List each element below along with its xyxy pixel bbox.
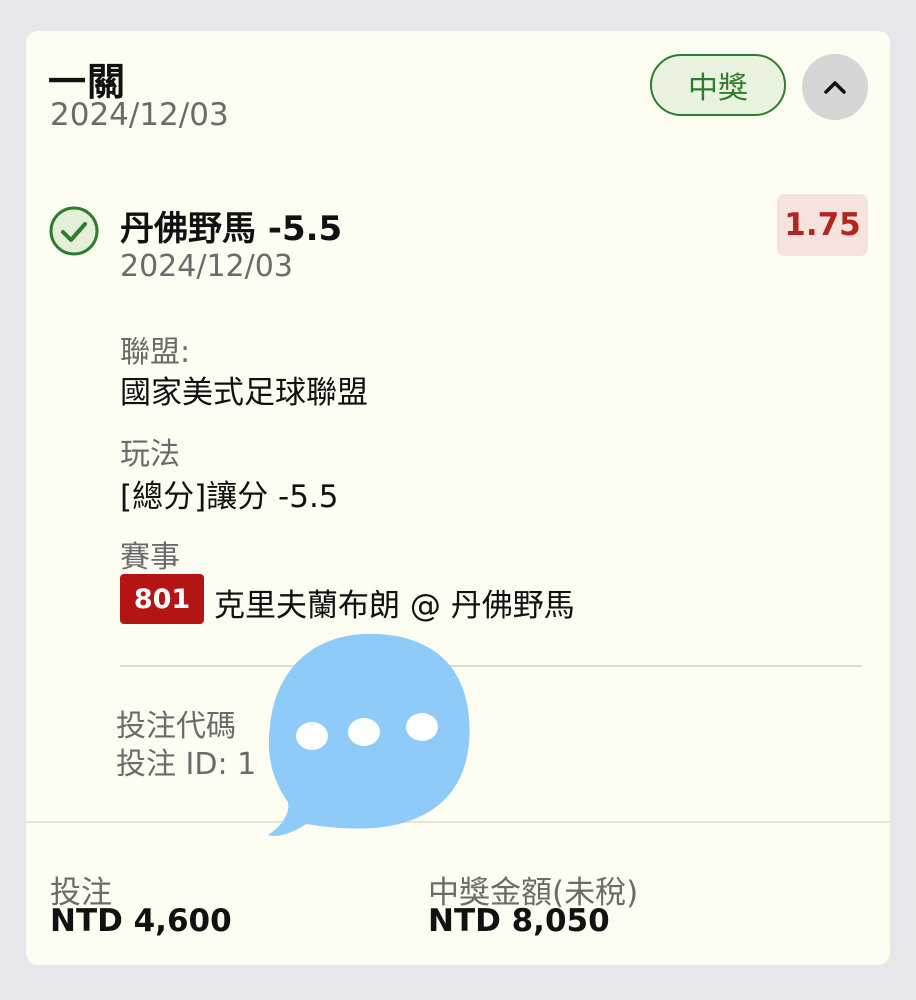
payout-value: NTD 8,050 xyxy=(428,903,610,939)
league-label: 聯盟: xyxy=(120,335,191,370)
market-label: 玩法 xyxy=(120,437,180,472)
selection-name: 丹佛野馬 -5.5 xyxy=(120,209,343,249)
chevron-up-icon xyxy=(824,81,846,94)
event-label: 賽事 xyxy=(120,540,180,575)
market-value: [總分]讓分 -5.5 xyxy=(120,479,339,515)
event-name: 克里夫蘭布朗 @ 丹佛野馬 xyxy=(214,588,575,624)
bet-date: 2024/12/03 xyxy=(50,97,229,133)
check-circle-icon xyxy=(48,205,100,261)
status-badge: 中獎 xyxy=(650,54,786,116)
stake-value: NTD 4,600 xyxy=(50,903,232,939)
collapse-button[interactable] xyxy=(802,54,868,120)
selection-date: 2024/12/03 xyxy=(120,249,293,284)
divider xyxy=(120,665,862,667)
chat-bubble-icon[interactable] xyxy=(264,630,474,846)
bet-id-label: 投注 ID: 1 xyxy=(116,747,257,782)
league-value: 國家美式足球聯盟 xyxy=(120,375,368,411)
odds-badge: 1.75 xyxy=(777,194,868,256)
event-number-badge: 801 xyxy=(120,574,204,624)
